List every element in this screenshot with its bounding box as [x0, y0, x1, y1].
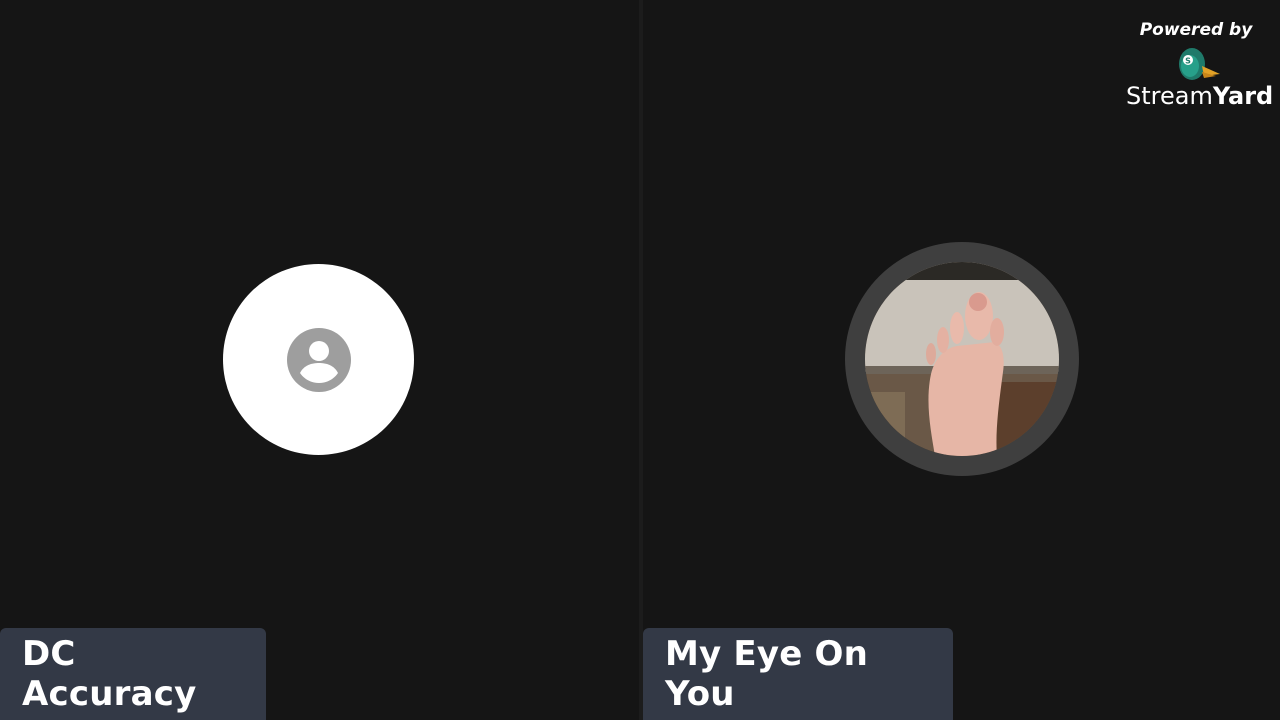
camera-feed [865, 262, 1059, 456]
streamyard-watermark: Powered by S StreamYard [1126, 18, 1273, 110]
participant-name-tag-1: DC Accuracy [0, 628, 266, 720]
powered-by-label: Powered by [1139, 20, 1253, 40]
svg-text:S: S [1185, 57, 1191, 66]
person-icon [286, 327, 351, 392]
wordmark-part-1: Stream [1126, 82, 1213, 110]
wordmark-part-2: Yard [1212, 82, 1274, 110]
stream-stage: DC Accuracy My Eye On You Powered by S S… [0, 0, 1280, 720]
streamyard-wordmark: StreamYard [1126, 82, 1273, 110]
participant-name: My Eye On You [665, 634, 869, 714]
camera-feed-ring [845, 242, 1079, 476]
camera-feed-image [865, 262, 1059, 456]
participant-avatar [223, 264, 414, 455]
duck-logo-icon: S [1179, 48, 1220, 80]
participant-tile-1 [0, 0, 639, 720]
participant-name: DC Accuracy [22, 634, 197, 714]
participant-name-tag-2: My Eye On You [643, 628, 953, 720]
